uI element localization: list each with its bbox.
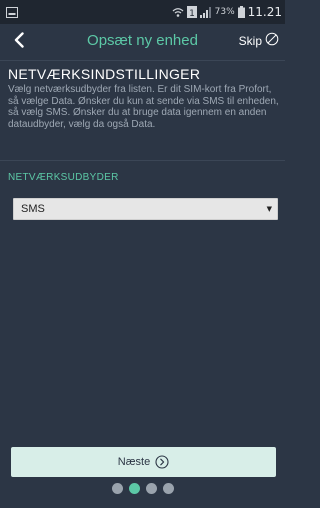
pager-dot[interactable] [145,483,157,494]
section-description: Vælg netværksudbyder fra listen. Er dit … [8,84,279,130]
section-title: NETVÆRKSINDSTILLINGER [8,66,201,82]
skip-label: Skip [238,33,262,48]
skip-button[interactable]: Skip [239,32,279,49]
battery-icon [237,6,245,18]
pager-dot[interactable] [128,483,140,494]
pager [0,483,285,494]
battery-percent: 73% [214,7,235,17]
sim-icon: 1 [186,6,197,18]
download-notification-icon [6,6,18,18]
circle-slash-icon [265,32,279,49]
sim-label: 1 [189,9,195,18]
signal-icon [199,6,212,18]
pager-dot[interactable] [162,483,174,494]
status-right: 1 73% 11.21 [172,5,282,19]
status-left [6,6,18,18]
app-header: Opsæt ny enhed Skip [0,24,285,60]
next-label: Næste [117,456,151,468]
status-time: 11.21 [247,5,282,19]
circle-chevron-right-icon [155,455,169,469]
wifi-icon [172,7,184,18]
header-divider [0,60,285,61]
network-provider-select[interactable]: SMS ▼ [13,198,278,220]
section-divider [0,160,285,161]
caret-down-icon: ▼ [266,205,272,213]
pager-dot[interactable] [111,483,123,494]
network-provider-value: SMS [21,203,45,215]
status-bar: 1 73% 11.21 [0,0,285,24]
network-provider-label: NETVÆRKSUDBYDER [8,172,119,183]
next-button[interactable]: Næste [11,447,276,477]
